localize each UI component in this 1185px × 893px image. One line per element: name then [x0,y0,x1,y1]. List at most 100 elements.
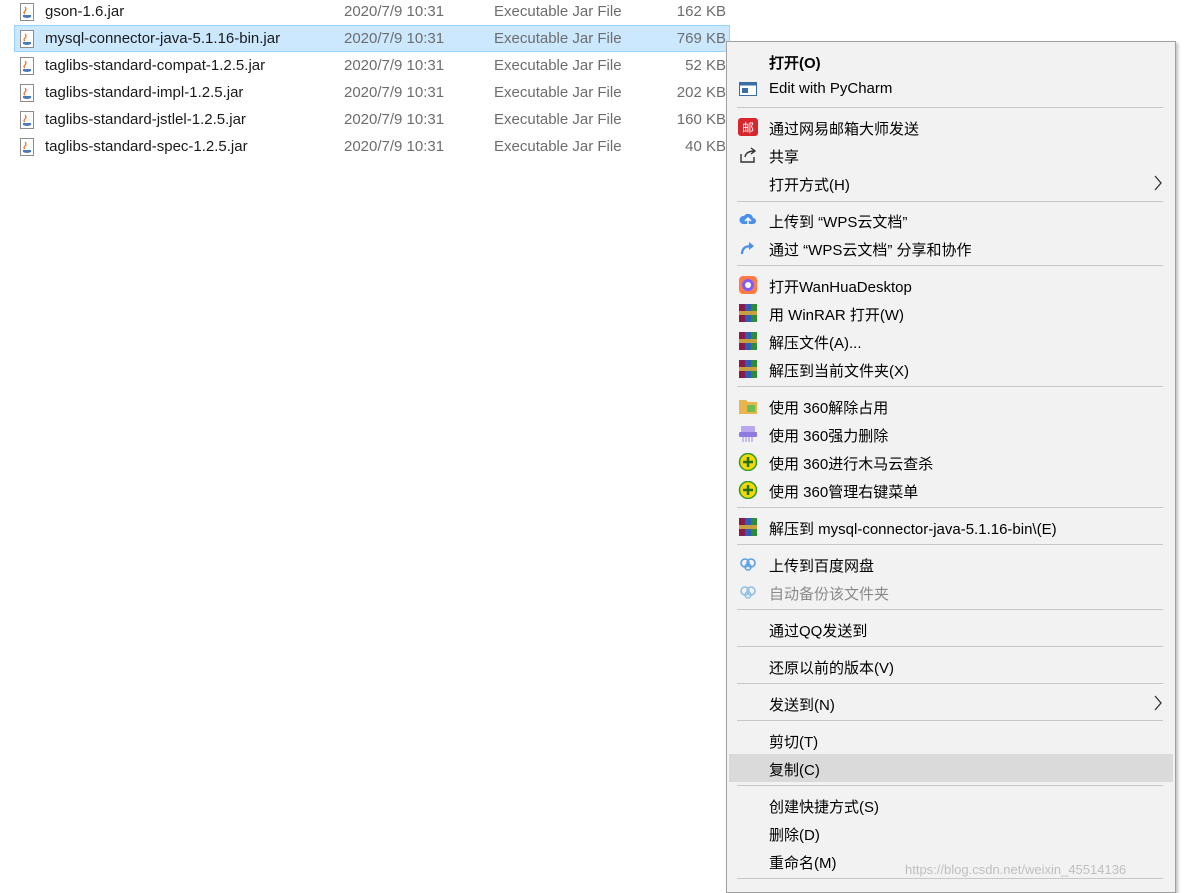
menu-separator [737,720,1163,721]
jar-file-icon [20,84,34,102]
menu-item-label: 还原以前的版本(V) [769,660,894,677]
file-date: 2020/7/9 10:31 [344,84,445,101]
menu-item-auto-backup[interactable]: 自动备份该文件夹 [729,578,1173,606]
baidu-netdisk-icon [740,586,756,599]
menu-item-force-delete-360[interactable]: 使用 360强力删除 [729,420,1173,448]
menu-item-label: 上传到百度网盘 [769,558,875,575]
menu-item-label: 使用 360解除占用 [769,400,889,417]
file-type: Executable Jar File [494,30,622,47]
file-type: Executable Jar File [494,138,622,155]
svg-text:邮: 邮 [742,121,754,135]
menu-separator [737,683,1163,684]
shredder-icon [739,426,757,442]
file-date: 2020/7/9 10:31 [344,138,445,155]
menu-item-label: 创建快捷方式(S) [769,799,879,816]
menu-item-label: 解压文件(A)... [769,335,862,352]
menu-item-extract-to-folder[interactable]: 解压到 mysql-connector-java-5.1.16-bin\(E) [729,513,1173,541]
menu-item-release-360[interactable]: 使用 360解除占用 [729,392,1173,420]
winrar-icon [739,518,757,536]
jar-file-icon [20,111,34,129]
file-size: 52 KB [685,57,726,74]
menu-item-copy[interactable]: 复制(C) [729,754,1173,782]
menu-separator [737,646,1163,647]
jar-file-icon [20,30,34,48]
file-type: Executable Jar File [494,84,622,101]
menu-item-edit-pycharm[interactable]: Edit with PyCharm [729,75,1173,103]
menu-item-upload-wps[interactable]: 上传到 “WPS云文档” [729,206,1173,234]
menu-item-label: 使用 360强力删除 [769,428,889,445]
menu-item-share[interactable]: 共享 [729,141,1173,169]
menu-item-label: 通过网易邮箱大师发送 [769,121,920,138]
menu-separator [737,201,1163,202]
file-size: 40 KB [685,138,726,155]
winrar-icon [739,360,757,378]
menu-item-label: 通过 “WPS云文档” 分享和协作 [769,242,972,259]
file-date: 2020/7/9 10:31 [344,57,445,74]
360-security-icon [738,481,758,499]
menu-separator [737,507,1163,508]
menu-separator [737,609,1163,610]
menu-item-winrar-open[interactable]: 用 WinRAR 打开(W) [729,299,1173,327]
menu-item-share-wps[interactable]: 通过 “WPS云文档” 分享和协作 [729,234,1173,262]
menu-separator [737,265,1163,266]
menu-item-label: 删除(D) [769,827,820,844]
cloud-upload-icon [739,213,756,225]
file-row[interactable]: taglibs-standard-impl-1.2.5.jar 2020/7/9… [14,79,730,106]
file-row[interactable]: taglibs-standard-compat-1.2.5.jar 2020/7… [14,52,730,79]
menu-item-send-qq[interactable]: 通过QQ发送到 [729,615,1173,643]
file-row[interactable]: taglibs-standard-spec-1.2.5.jar 2020/7/9… [14,133,730,160]
file-type: Executable Jar File [494,111,622,128]
menu-item-label: 使用 360管理右键菜单 [769,484,919,501]
menu-item-delete[interactable]: 删除(D) [729,819,1173,847]
menu-item-send-to[interactable]: 发送到(N) [729,689,1173,717]
file-date: 2020/7/9 10:31 [344,111,445,128]
file-row-selected[interactable]: mysql-connector-java-5.1.16-bin.jar 2020… [14,25,730,52]
file-row[interactable]: taglibs-standard-jstlel-1.2.5.jar 2020/7… [14,106,730,133]
file-type: Executable Jar File [494,3,622,20]
menu-item-upload-baidu[interactable]: 上传到百度网盘 [729,550,1173,578]
menu-item-open-with[interactable]: 打开方式(H) [729,169,1173,197]
jar-file-icon [20,138,34,156]
chevron-right-icon [1154,695,1162,711]
context-menu: 打开(O) Edit with PyCharm 邮 通过网易邮箱大师发送 共享 … [726,41,1176,893]
menu-item-restore-version[interactable]: 还原以前的版本(V) [729,652,1173,680]
menu-item-label: 打开方式(H) [769,177,850,194]
menu-item-open-wanhua[interactable]: 打开WanHuaDesktop [729,271,1173,299]
pycharm-window-icon [739,82,757,96]
winrar-icon [739,332,757,350]
menu-item-label: 使用 360进行木马云查杀 [769,456,934,473]
file-type: Executable Jar File [494,57,622,74]
menu-item-manage-menu-360[interactable]: 使用 360管理右键菜单 [729,476,1173,504]
menu-item-label: 通过QQ发送到 [769,623,868,640]
menu-item-label: 打开WanHuaDesktop [769,279,912,296]
chevron-right-icon [1154,175,1162,191]
file-name: gson-1.6.jar [45,3,125,20]
menu-item-label: 剪切(T) [769,734,819,751]
winrar-icon [739,304,757,322]
menu-item-cut[interactable]: 剪切(T) [729,726,1173,754]
menu-item-label: Edit with PyCharm [769,80,893,97]
jar-file-icon [20,57,34,75]
jar-file-icon [20,3,34,21]
menu-item-send-netease[interactable]: 邮 通过网易邮箱大师发送 [729,113,1173,141]
menu-item-label: 发送到(N) [769,697,835,714]
file-name: taglibs-standard-jstlel-1.2.5.jar [45,111,246,128]
menu-separator [737,386,1163,387]
file-name: taglibs-standard-spec-1.2.5.jar [45,138,248,155]
menu-item-trojan-scan-360[interactable]: 使用 360进行木马云查杀 [729,448,1173,476]
menu-item-label: 共享 [769,149,800,166]
wanhua-app-icon [739,276,757,294]
menu-item-label: 上传到 “WPS云文档” [769,214,908,231]
menu-item-create-shortcut[interactable]: 创建快捷方式(S) [729,791,1173,819]
file-name: mysql-connector-java-5.1.16-bin.jar [45,30,281,47]
menu-item-label: 重命名(M) [769,855,837,872]
menu-separator [737,878,1163,879]
file-name: taglibs-standard-compat-1.2.5.jar [45,57,266,74]
menu-item-open[interactable]: 打开(O) [729,47,1173,75]
file-row[interactable]: gson-1.6.jar 2020/7/9 10:31 Executable J… [14,0,730,25]
menu-item-label: 解压到当前文件夹(X) [769,363,909,380]
menu-item-extract-files[interactable]: 解压文件(A)... [729,327,1173,355]
menu-item-extract-here[interactable]: 解压到当前文件夹(X) [729,355,1173,383]
menu-item-label: 解压到 mysql-connector-java-5.1.16-bin\(E) [769,521,1057,538]
file-size: 202 KB [676,84,726,101]
